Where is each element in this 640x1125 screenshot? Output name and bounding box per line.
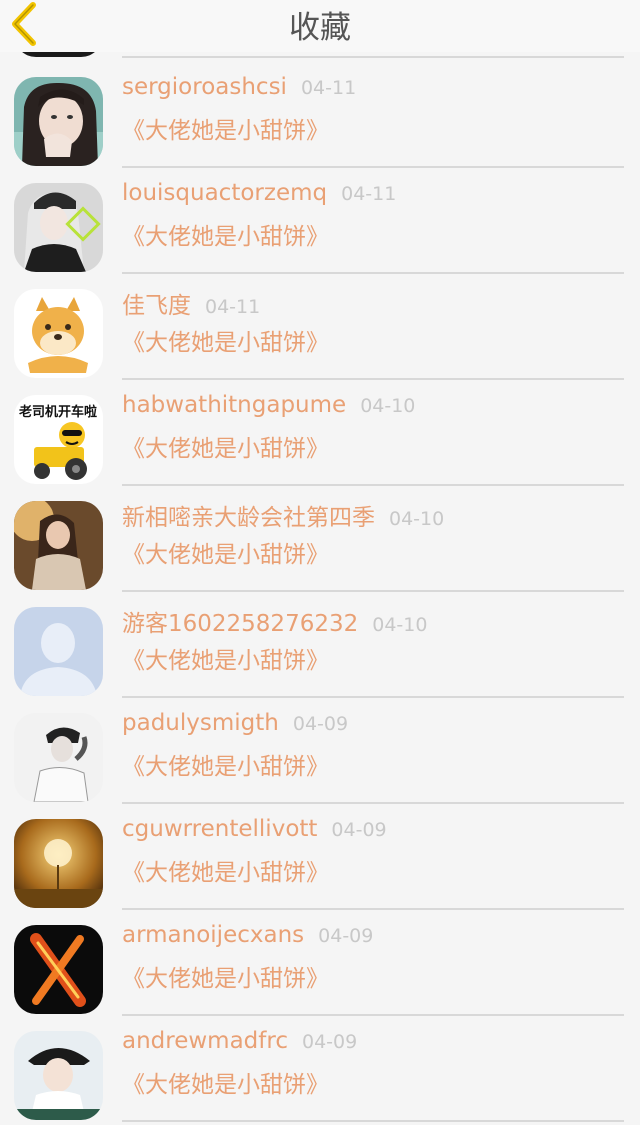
divider — [122, 696, 624, 698]
avatar[interactable] — [14, 501, 103, 590]
timestamp: 04-10 — [372, 614, 428, 636]
list-item[interactable]: padulysmigth 04-09 《大佬她是小甜饼》 — [0, 701, 640, 807]
username[interactable]: 游客1602258276232 — [122, 611, 358, 637]
divider — [122, 908, 624, 910]
timestamp: 04-11 — [300, 77, 357, 99]
avatar[interactable] — [14, 77, 103, 166]
book-title[interactable]: 《大佬她是小甜饼》 — [122, 959, 329, 999]
timestamp: 04-09 — [331, 819, 387, 841]
username[interactable]: padulysmigth — [122, 710, 279, 736]
divider — [122, 1120, 624, 1122]
divider — [122, 590, 624, 592]
divider — [122, 802, 624, 804]
avatar[interactable] — [14, 819, 103, 908]
timestamp: 04-09 — [292, 713, 349, 735]
divider — [122, 378, 624, 380]
avatar[interactable] — [14, 289, 103, 378]
username[interactable]: sergioroashcsi — [122, 74, 287, 100]
timestamp: 04-11 — [205, 296, 261, 318]
book-title[interactable]: 《大佬她是小甜饼》 — [122, 747, 329, 787]
book-title[interactable]: 《大佬她是小甜饼》 — [122, 641, 329, 681]
list-item[interactable]: cguwrrentellivott 04-09 《大佬她是小甜饼》 — [0, 807, 640, 913]
divider — [122, 166, 624, 168]
avatar[interactable] — [14, 183, 103, 272]
list-item[interactable]: 老司机开车啦 habwathitngapume 04-10 《大佬她是小甜饼》 — [0, 383, 640, 489]
list-item[interactable]: 游客1602258276232 04-10 《大佬她是小甜饼》 — [0, 595, 640, 701]
list-item[interactable]: 佳飞度 04-11 《大佬她是小甜饼》 — [0, 277, 640, 383]
divider — [122, 272, 624, 274]
list-item[interactable]: armanoijecxans 04-09 《大佬她是小甜饼》 — [0, 913, 640, 1019]
divider — [122, 56, 624, 58]
avatar[interactable] — [14, 925, 103, 1014]
book-title[interactable]: 《大佬她是小甜饼》 — [122, 535, 329, 575]
list-item[interactable]: 新相嘧亲大龄会社第四季 04-10 《大佬她是小甜饼》 — [0, 489, 640, 595]
username[interactable]: 新相嘧亲大龄会社第四季 — [122, 505, 375, 531]
timestamp: 04-11 — [341, 183, 397, 205]
divider — [122, 484, 624, 486]
book-title[interactable]: 《大佬她是小甜饼》 — [122, 217, 329, 257]
username[interactable]: andrewmadfrc — [122, 1028, 288, 1054]
list-item[interactable]: andrewmadfrc 04-09 《大佬她是小甜饼》 — [0, 1019, 640, 1125]
username[interactable]: habwathitngapume — [122, 392, 346, 418]
book-title[interactable]: 《大佬她是小甜饼》 — [122, 111, 329, 151]
timestamp: 04-10 — [360, 395, 416, 417]
username[interactable]: 佳飞度 — [122, 293, 191, 319]
nav-bar: 收藏 — [0, 0, 640, 52]
avatar[interactable] — [14, 607, 103, 696]
book-title[interactable]: 《大佬她是小甜饼》 — [122, 323, 329, 363]
username[interactable]: armanoijecxans — [122, 922, 304, 948]
list-item[interactable]: sergioroashcsi 04-11 《大佬她是小甜饼》 — [0, 65, 640, 171]
avatar[interactable]: 老司机开车啦 — [14, 395, 103, 484]
avatar[interactable] — [14, 713, 103, 802]
list-item[interactable]: louisquactorzemq 04-11 《大佬她是小甜饼》 — [0, 171, 640, 277]
timestamp: 04-09 — [301, 1031, 358, 1053]
timestamp: 04-10 — [389, 508, 445, 530]
avatar-caption: 老司机开车啦 — [18, 404, 97, 420]
avatar[interactable] — [14, 1031, 103, 1120]
book-title[interactable]: 《大佬她是小甜饼》 — [122, 429, 329, 469]
timestamp: 04-09 — [318, 925, 374, 947]
divider — [122, 1014, 624, 1016]
username[interactable]: cguwrrentellivott — [122, 816, 317, 842]
book-title[interactable]: 《大佬她是小甜饼》 — [122, 853, 329, 893]
username[interactable]: louisquactorzemq — [122, 180, 327, 206]
page-title: 收藏 — [289, 10, 351, 46]
book-title[interactable]: 《大佬她是小甜饼》 — [122, 1065, 329, 1105]
